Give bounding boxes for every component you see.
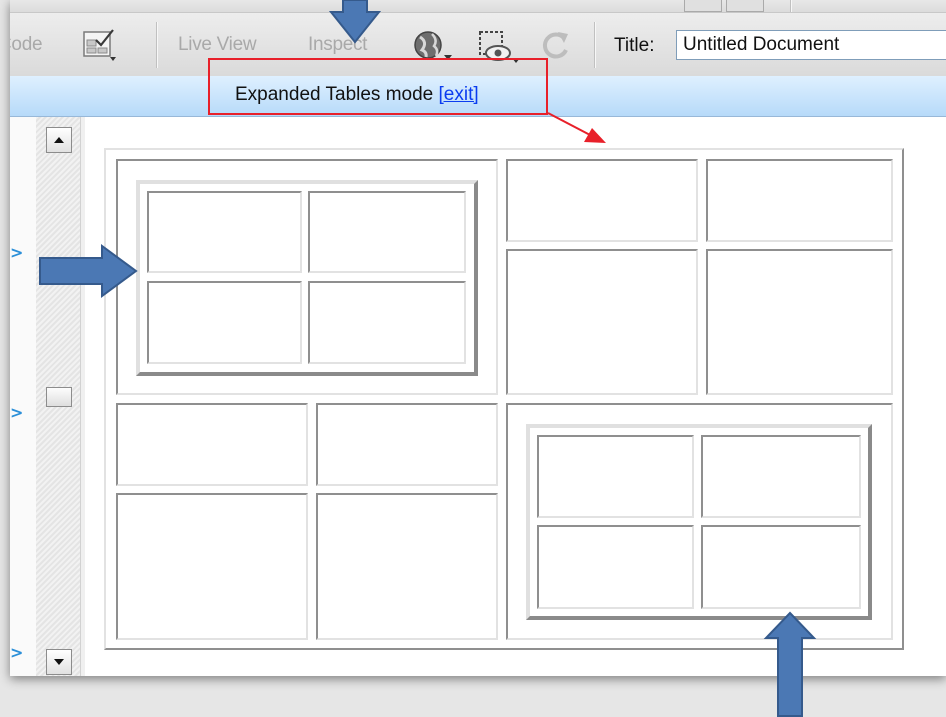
vertical-scrollbar[interactable]: [36, 117, 81, 676]
ruler-edge: [80, 117, 85, 676]
toolbar-separator: [790, 0, 791, 12]
gutter-marker: >: [10, 243, 24, 262]
gutter-marker: >: [10, 643, 24, 662]
table-cell[interactable]: [706, 249, 893, 395]
table-cell[interactable]: [116, 493, 308, 640]
top-strip-button[interactable]: [726, 0, 764, 12]
inspect-button[interactable]: Inspect: [308, 34, 367, 56]
nested-table-cell[interactable]: [701, 525, 861, 609]
toolbar-top-strip: [10, 0, 946, 13]
toolbar-separator: [156, 22, 157, 68]
title-label: Title:: [614, 35, 655, 56]
scroll-down-arrow-icon[interactable]: [46, 649, 72, 675]
nested-table-cell[interactable]: [537, 435, 694, 518]
editor-window: Code Live View Inspect: [10, 0, 946, 676]
document-title-input[interactable]: [676, 30, 946, 60]
nested-table-cell[interactable]: [308, 191, 466, 273]
exit-mode-link[interactable]: [exit]: [439, 84, 479, 105]
nested-table-cell[interactable]: [701, 435, 861, 518]
expanded-tables-mode-bar: Expanded Tables mode [exit]: [10, 76, 946, 117]
nested-table-cell[interactable]: [537, 525, 694, 609]
scroll-thumb[interactable]: [46, 387, 72, 407]
nested-table-cell[interactable]: [147, 281, 302, 364]
table-cell[interactable]: [506, 249, 698, 395]
mode-message: Expanded Tables mode [exit]: [235, 84, 479, 106]
top-strip-button[interactable]: [684, 0, 722, 12]
nested-table-cell[interactable]: [308, 281, 466, 364]
scroll-up-arrow-icon[interactable]: [46, 127, 72, 153]
table-cell[interactable]: [116, 403, 308, 486]
table-cell[interactable]: [506, 159, 698, 242]
refresh-icon[interactable]: [540, 28, 574, 64]
table-cell[interactable]: [706, 159, 893, 242]
gutter-marker: >: [10, 403, 24, 422]
scroll-up-arrow-icon: [54, 137, 64, 143]
validate-icon[interactable]: [82, 28, 122, 64]
code-view-button[interactable]: Code: [10, 34, 43, 56]
table-cell[interactable]: [316, 403, 498, 486]
document-toolbar: Code Live View Inspect: [10, 0, 946, 77]
globe-preview-icon[interactable]: [412, 28, 456, 64]
code-gutter: > > >: [10, 117, 36, 676]
live-view-button[interactable]: Live View: [178, 34, 257, 56]
toolbar-separator: [594, 22, 595, 68]
table-cell[interactable]: [316, 493, 498, 640]
nested-table-cell[interactable]: [147, 191, 302, 273]
visual-aids-icon[interactable]: [476, 28, 524, 66]
scroll-down-arrow-icon: [54, 659, 64, 665]
mode-label: Expanded Tables mode: [235, 84, 434, 105]
